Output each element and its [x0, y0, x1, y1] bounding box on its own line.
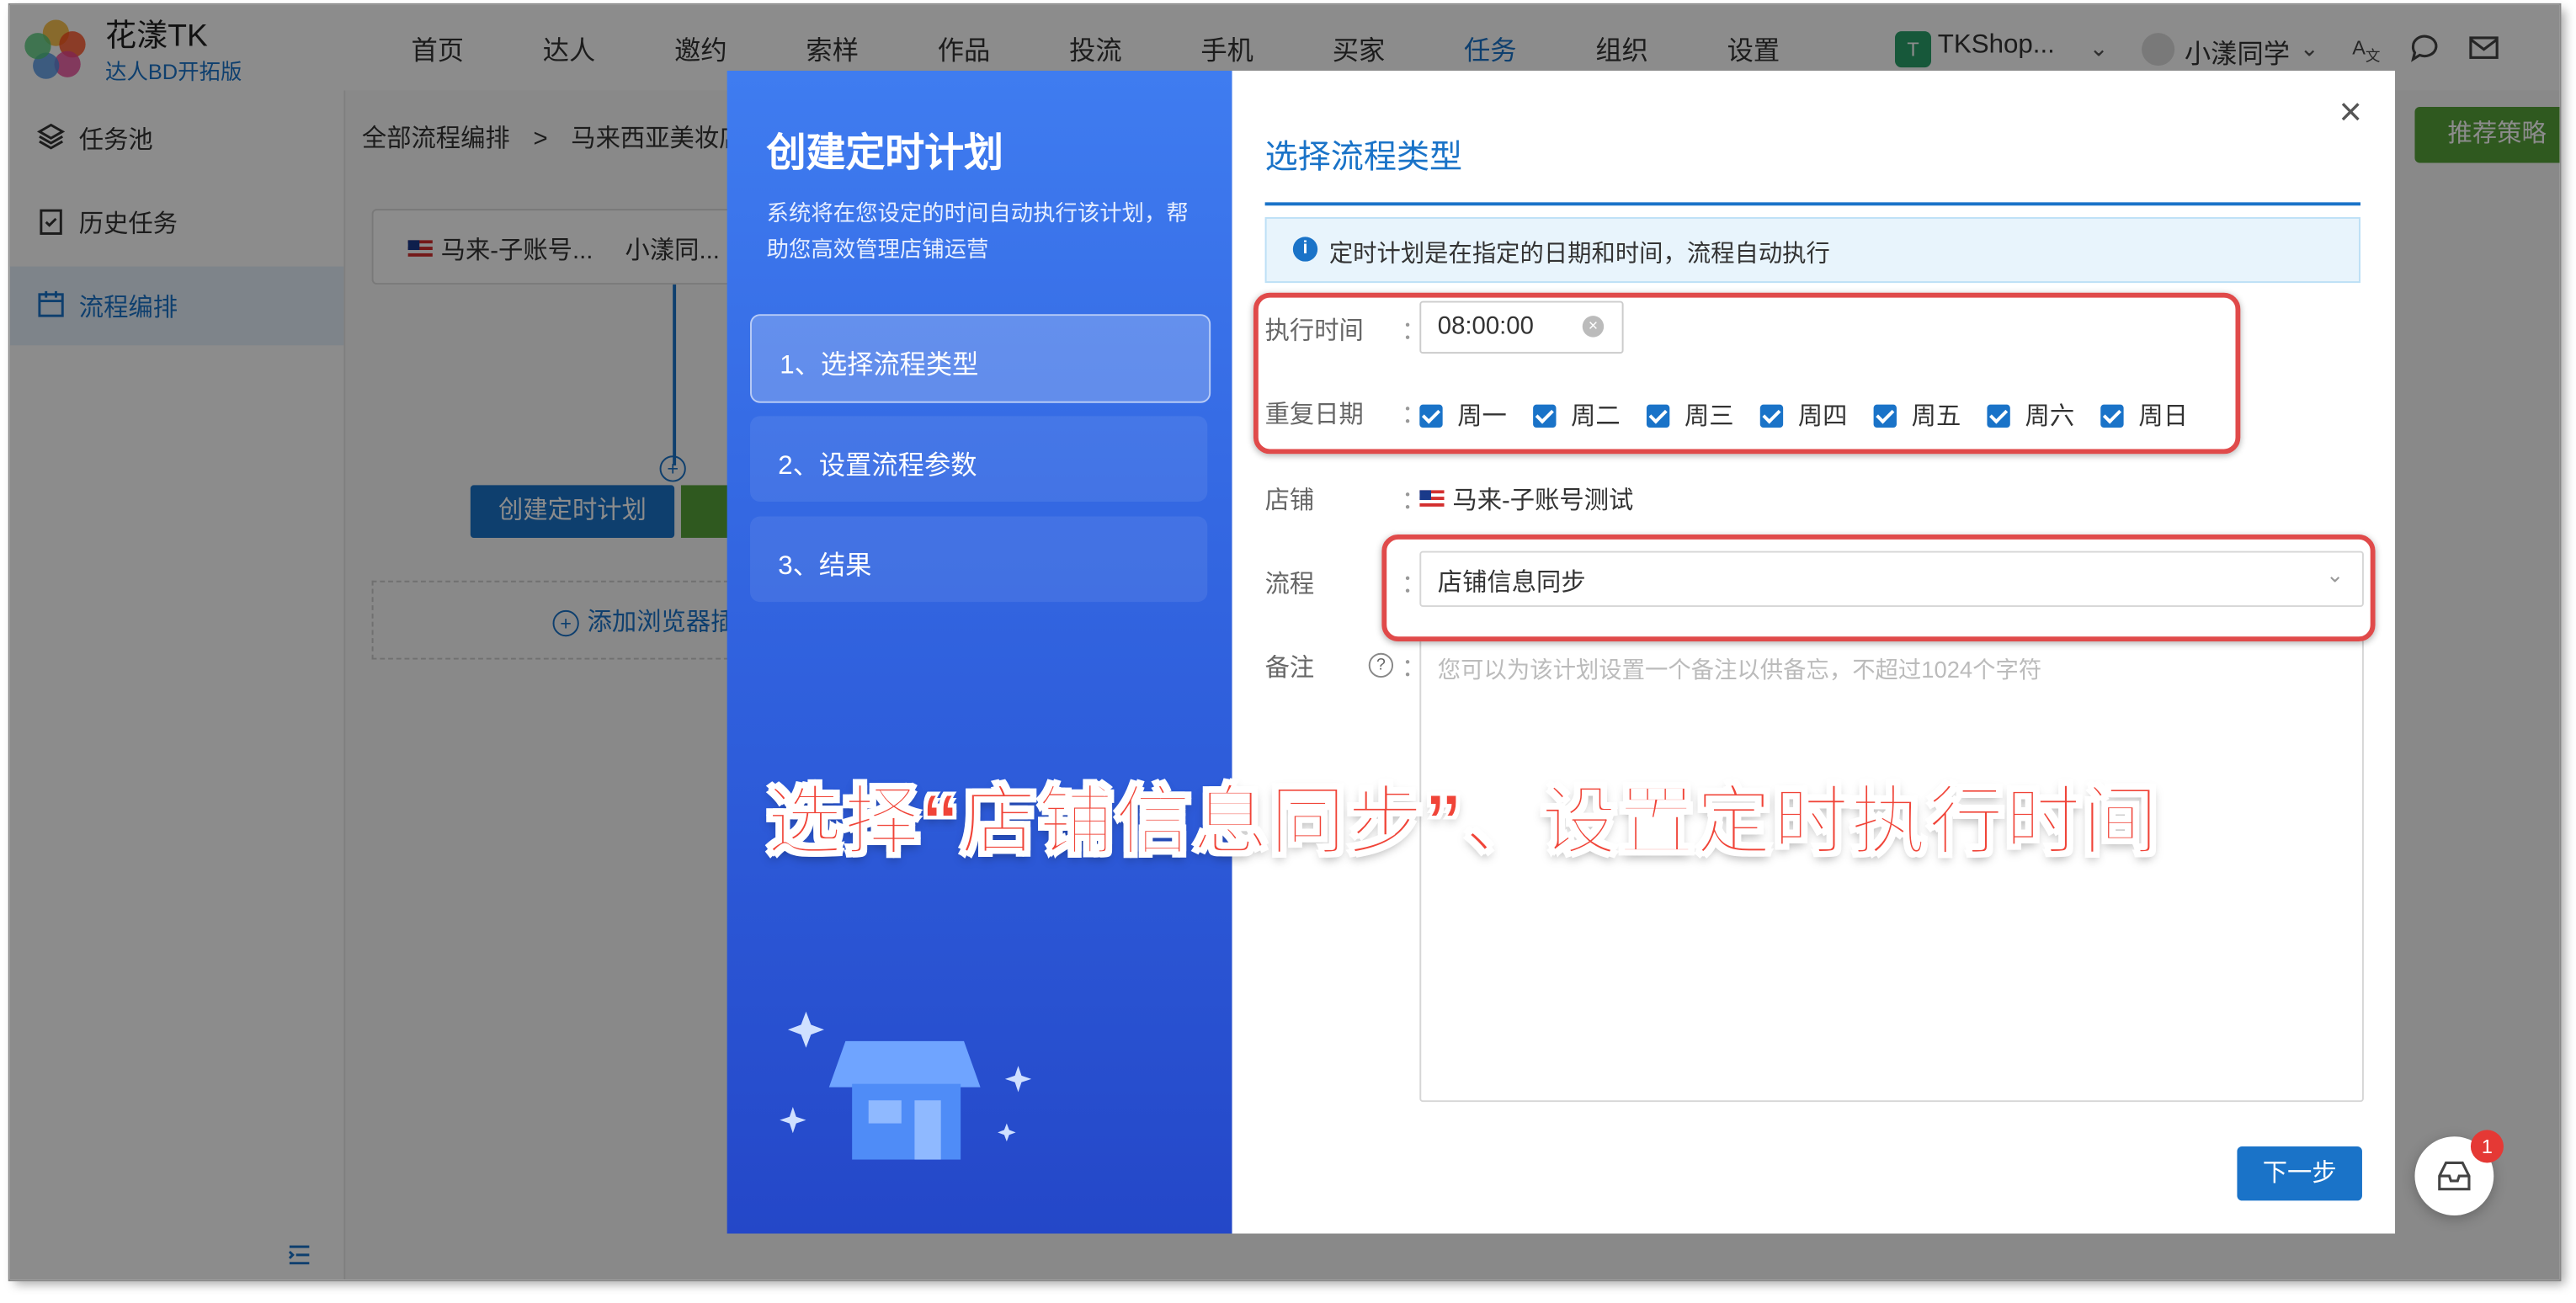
- modal-side-panel: 创建定时计划 系统将在您设定的时间自动执行该计划，帮助您高效管理店铺运营 1、选…: [726, 71, 1232, 1234]
- malaysia-flag-icon: [1419, 490, 1445, 510]
- close-icon[interactable]: ×: [2334, 93, 2367, 132]
- highlight-time-box: [1253, 292, 2241, 455]
- info-icon: i: [1292, 237, 1318, 262]
- title-divider: [1264, 202, 2360, 206]
- inbox-badge: 1: [2470, 1130, 2504, 1163]
- store-illustration-icon: [780, 1011, 1032, 1160]
- flow-label: 流程: [1264, 571, 1315, 599]
- shop-name: 马来-子账号测试: [1452, 487, 1634, 515]
- step-label: 2、设置流程参数: [778, 452, 977, 481]
- modal-form-panel: × 选择流程类型 i 定时计划是在指定的日期和时间，流程自动执行 执行时间 ： …: [1232, 71, 2396, 1234]
- info-text: 定时计划是在指定的日期和时间，流程自动执行: [1328, 242, 1830, 269]
- modal-title: 创建定时计划: [766, 131, 1003, 177]
- highlight-flow-box: [1381, 534, 2376, 642]
- shop-value: 马来-子账号测试: [1419, 482, 1633, 517]
- form-title: 选择流程类型: [1264, 140, 1463, 177]
- note-placeholder: 您可以为该计划设置一个备注以供备忘，不超过1024个字符: [1437, 656, 2042, 683]
- app-window: 花漾TK 达人BD开拓版 首页 达人 邀约 索样 作品 投流 手机 买家 任务 …: [9, 4, 2560, 1280]
- step-label: 3、结果: [778, 552, 872, 581]
- note-label: 备注: [1264, 654, 1315, 683]
- modal-description: 系统将在您设定的时间自动执行该计划，帮助您高效管理店铺运营: [766, 200, 1189, 262]
- step-label: 1、选择流程类型: [780, 352, 979, 380]
- inbox-icon: [2438, 1161, 2471, 1191]
- step-result[interactable]: 3、结果: [750, 516, 1208, 603]
- next-step-button[interactable]: 下一步: [2237, 1146, 2362, 1201]
- step-set-params[interactable]: 2、设置流程参数: [750, 416, 1208, 502]
- step-select-flow-type[interactable]: 1、选择流程类型: [750, 314, 1211, 403]
- help-icon[interactable]: ?: [1368, 652, 1394, 678]
- annotation-caption: 选择“店铺信息同步”、设置定时执行时间: [766, 777, 2160, 864]
- info-alert: i 定时计划是在指定的日期和时间，流程自动执行: [1264, 216, 2360, 284]
- shop-label: 店铺: [1264, 487, 1315, 515]
